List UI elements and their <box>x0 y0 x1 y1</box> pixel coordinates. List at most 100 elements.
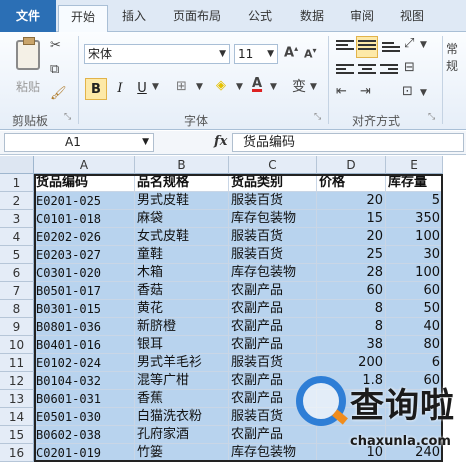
cell-a8[interactable]: B0301-015 <box>34 300 135 318</box>
tab-formulas[interactable]: 公式 <box>238 5 282 32</box>
cell-e10[interactable]: 80 <box>386 336 443 354</box>
cut-icon[interactable]: ✂ <box>50 38 61 53</box>
cell-e6[interactable]: 100 <box>386 264 443 282</box>
chevron-down-icon[interactable]: ▼ <box>270 82 277 92</box>
cell-a5[interactable]: E0203-027 <box>34 246 135 264</box>
cell-b11[interactable]: 男式羊毛衫 <box>135 354 229 372</box>
row-header[interactable]: 10 <box>0 336 34 354</box>
cell-a7[interactable]: B0501-017 <box>34 282 135 300</box>
cell-d7[interactable]: 60 <box>317 282 386 300</box>
cell-d1[interactable]: 价格 <box>317 174 386 192</box>
row-header[interactable]: 2 <box>0 192 34 210</box>
fill-color-icon[interactable]: ◈ <box>216 78 226 93</box>
phonetic-icon[interactable]: 变 <box>292 76 306 96</box>
row-header[interactable]: 3 <box>0 210 34 228</box>
tab-insert[interactable]: 插入 <box>112 5 156 32</box>
row-header[interactable]: 14 <box>0 408 34 426</box>
cell-e9[interactable]: 40 <box>386 318 443 336</box>
increase-indent-icon[interactable]: ⇥ <box>360 84 371 99</box>
align-right-icon[interactable] <box>380 64 398 78</box>
cell-e4[interactable]: 100 <box>386 228 443 246</box>
tab-view[interactable]: 视图 <box>390 5 434 32</box>
bold-button[interactable]: B <box>85 78 107 100</box>
merge-center-icon[interactable]: ⊡ <box>402 84 413 99</box>
cell-d8[interactable]: 8 <box>317 300 386 318</box>
cell-d2[interactable]: 20 <box>317 192 386 210</box>
row-header[interactable]: 4 <box>0 228 34 246</box>
cell-b14[interactable]: 白猫洗衣粉 <box>135 408 229 426</box>
cell-b12[interactable]: 混等广柑 <box>135 372 229 390</box>
cell-c4[interactable]: 服装百货 <box>229 228 317 246</box>
align-center-icon[interactable] <box>358 64 376 78</box>
cell-d10[interactable]: 38 <box>317 336 386 354</box>
align-top-icon[interactable] <box>336 40 354 54</box>
row-header[interactable]: 15 <box>0 426 34 444</box>
cell-c6[interactable]: 库存包装物 <box>229 264 317 282</box>
column-header-b[interactable]: B <box>135 156 229 174</box>
wrap-text-icon[interactable]: ⊟ <box>404 60 415 75</box>
cell-c9[interactable]: 农副产品 <box>229 318 317 336</box>
cell-a1[interactable]: 货品编码 <box>34 174 135 192</box>
name-box[interactable]: A1 ▼ <box>4 133 154 152</box>
cell-b5[interactable]: 童鞋 <box>135 246 229 264</box>
row-header[interactable]: 5 <box>0 246 34 264</box>
row-header[interactable]: 1 <box>0 174 34 192</box>
cell-a14[interactable]: E0501-030 <box>34 408 135 426</box>
copy-icon[interactable]: ⧉ <box>50 62 59 77</box>
cell-d4[interactable]: 20 <box>317 228 386 246</box>
cell-d9[interactable]: 8 <box>317 318 386 336</box>
cell-c1[interactable]: 货品类别 <box>229 174 317 192</box>
align-left-icon[interactable] <box>336 64 354 78</box>
cell-a15[interactable]: B0602-038 <box>34 426 135 444</box>
column-header-e[interactable]: E <box>386 156 443 174</box>
cell-a2[interactable]: E0201-025 <box>34 192 135 210</box>
cell-b9[interactable]: 新脐橙 <box>135 318 229 336</box>
cell-a13[interactable]: B0601-031 <box>34 390 135 408</box>
row-header[interactable]: 13 <box>0 390 34 408</box>
chevron-down-icon[interactable]: ▼ <box>236 82 243 92</box>
row-header[interactable]: 9 <box>0 318 34 336</box>
cell-a12[interactable]: B0104-032 <box>34 372 135 390</box>
font-color-icon[interactable]: A <box>252 76 262 91</box>
chevron-down-icon[interactable]: ▼ <box>420 40 427 50</box>
underline-button[interactable]: U <box>131 78 153 100</box>
font-launcher-icon[interactable]: ⤡ <box>314 112 321 122</box>
row-header[interactable]: 7 <box>0 282 34 300</box>
cell-c7[interactable]: 农副产品 <box>229 282 317 300</box>
paste-button[interactable]: 粘贴 <box>6 36 44 106</box>
cell-d3[interactable]: 15 <box>317 210 386 228</box>
tab-file[interactable]: 文件 <box>0 0 56 32</box>
format-painter-icon[interactable]: 🖌 <box>50 86 67 101</box>
tab-review[interactable]: 审阅 <box>340 5 384 32</box>
font-size-combo[interactable]: 11 ▼ <box>234 44 278 64</box>
chevron-down-icon[interactable]: ▼ <box>142 134 149 151</box>
cell-e5[interactable]: 30 <box>386 246 443 264</box>
cell-b1[interactable]: 品名规格 <box>135 174 229 192</box>
tab-home[interactable]: 开始 <box>58 5 108 33</box>
column-header-c[interactable]: C <box>229 156 317 174</box>
cell-d5[interactable]: 25 <box>317 246 386 264</box>
cell-b2[interactable]: 男式皮鞋 <box>135 192 229 210</box>
cell-a11[interactable]: E0102-024 <box>34 354 135 372</box>
cell-b6[interactable]: 木箱 <box>135 264 229 282</box>
decrease-indent-icon[interactable]: ⇤ <box>336 84 347 99</box>
cell-c10[interactable]: 农副产品 <box>229 336 317 354</box>
cell-a16[interactable]: C0201-019 <box>34 444 135 462</box>
chevron-down-icon[interactable]: ▼ <box>196 82 203 92</box>
cell-e1[interactable]: 库存量 <box>386 174 443 192</box>
tab-data[interactable]: 数据 <box>290 5 334 32</box>
row-header[interactable]: 6 <box>0 264 34 282</box>
formula-input[interactable]: 货品编码 <box>232 133 464 152</box>
cell-b10[interactable]: 银耳 <box>135 336 229 354</box>
borders-icon[interactable]: ⊞ <box>176 79 187 94</box>
row-header[interactable]: 12 <box>0 372 34 390</box>
cell-e8[interactable]: 50 <box>386 300 443 318</box>
align-bottom-icon[interactable] <box>382 42 400 56</box>
cell-a9[interactable]: B0801-036 <box>34 318 135 336</box>
cell-a3[interactable]: C0101-018 <box>34 210 135 228</box>
row-header[interactable]: 16 <box>0 444 34 462</box>
cell-c5[interactable]: 服装百货 <box>229 246 317 264</box>
cell-a10[interactable]: B0401-016 <box>34 336 135 354</box>
cell-d6[interactable]: 28 <box>317 264 386 282</box>
row-header[interactable]: 8 <box>0 300 34 318</box>
